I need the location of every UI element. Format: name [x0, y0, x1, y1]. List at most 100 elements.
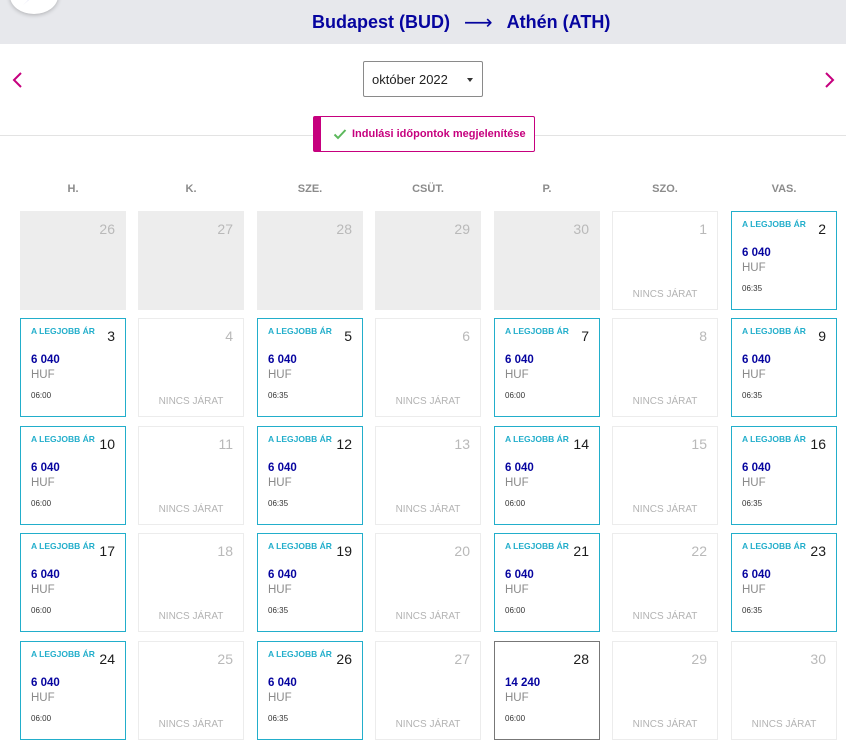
weekday-label: VAS. [771, 183, 797, 195]
weekday-label: K. [185, 183, 197, 195]
calendar-day: 13 NINCS JÁRAT [375, 426, 481, 525]
best-price-badge: A LEGJOBB ÁR [505, 541, 569, 551]
no-flight-label: NINCS JÁRAT [632, 396, 698, 407]
day-number: 30 [810, 651, 826, 667]
best-price-badge: A LEGJOBB ÁR [31, 541, 95, 551]
best-price-badge: A LEGJOBB ÁR [742, 541, 806, 551]
no-flight-label: NINCS JÁRAT [632, 611, 698, 622]
day-number: 4 [225, 328, 233, 344]
no-flight-label: NINCS JÁRAT [158, 611, 224, 622]
calendar-day[interactable]: 5 A LEGJOBB ÁR 6 040 HUF 06:35 [257, 318, 363, 417]
departure-time: 06:00 [505, 714, 526, 723]
best-price-badge: A LEGJOBB ÁR [268, 649, 332, 659]
day-number: 13 [454, 436, 470, 452]
departure-time: 06:35 [268, 499, 289, 508]
fare-price: 6 040 [268, 569, 297, 581]
show-departure-times-toggle[interactable]: Indulási időpontok megjelenítése [313, 116, 535, 152]
calendar-day[interactable]: 26 A LEGJOBB ÁR 6 040 HUF 06:35 [257, 641, 363, 740]
calendar-day[interactable]: 23 A LEGJOBB ÁR 6 040 HUF 06:35 [731, 533, 837, 632]
departure-time: 06:35 [742, 499, 763, 508]
calendar-day[interactable]: 9 A LEGJOBB ÁR 6 040 HUF 06:35 [731, 318, 837, 417]
calendar-day[interactable]: 16 A LEGJOBB ÁR 6 040 HUF 06:35 [731, 426, 837, 525]
day-number: 1 [699, 221, 707, 237]
departure-time: 06:00 [31, 714, 52, 723]
fare-price: 6 040 [31, 569, 60, 581]
day-number: 26 [99, 221, 115, 237]
calendar-day[interactable]: 28 14 240 HUF 06:00 [494, 641, 600, 740]
no-flight-label: NINCS JÁRAT [158, 396, 224, 407]
best-price-badge: A LEGJOBB ÁR [31, 434, 95, 444]
departure-time: 06:35 [742, 606, 763, 615]
fare-currency: HUF [268, 692, 292, 704]
calendar-day[interactable]: 21 A LEGJOBB ÁR 6 040 HUF 06:00 [494, 533, 600, 632]
day-number: 10 [99, 436, 115, 452]
fare-currency: HUF [505, 369, 529, 381]
fare-currency: HUF [268, 477, 292, 489]
day-number: 17 [99, 543, 115, 559]
fare-currency: HUF [31, 369, 55, 381]
best-price-badge: A LEGJOBB ÁR [268, 326, 332, 336]
weekday-label: SZE. [297, 183, 323, 195]
fare-price: 6 040 [505, 569, 534, 581]
best-price-badge: A LEGJOBB ÁR [31, 649, 95, 659]
fare-price: 6 040 [31, 354, 60, 366]
calendar-day: 6 NINCS JÁRAT [375, 318, 481, 417]
check-icon [333, 129, 347, 140]
no-flight-label: NINCS JÁRAT [158, 504, 224, 515]
day-number: 18 [217, 543, 233, 559]
calendar-day[interactable]: 2 A LEGJOBB ÁR 6 040 HUF 06:35 [731, 211, 837, 310]
fare-currency: HUF [268, 369, 292, 381]
fare-currency: HUF [742, 369, 766, 381]
day-number: 21 [573, 543, 589, 559]
calendar-day: 27 NINCS JÁRAT [375, 641, 481, 740]
chevron-left-icon[interactable] [10, 70, 26, 90]
calendar-day: 18 NINCS JÁRAT [138, 533, 244, 632]
calendar-day: 30 [494, 211, 600, 310]
best-price-badge: A LEGJOBB ÁR [31, 326, 95, 336]
calendar-day[interactable]: 24 A LEGJOBB ÁR 6 040 HUF 06:00 [20, 641, 126, 740]
calendar-day: 29 NINCS JÁRAT [612, 641, 718, 740]
calendar-day: 1 NINCS JÁRAT [612, 211, 718, 310]
fare-price: 6 040 [505, 354, 534, 366]
month-select-value: október 2022 [372, 71, 448, 87]
calendar-day[interactable]: 14 A LEGJOBB ÁR 6 040 HUF 06:00 [494, 426, 600, 525]
logo-swoosh-icon [23, 0, 29, 5]
fare-currency: HUF [31, 477, 55, 489]
day-number: 14 [573, 436, 589, 452]
calendar-day[interactable]: 10 A LEGJOBB ÁR 6 040 HUF 06:00 [20, 426, 126, 525]
calendar-day[interactable]: 17 A LEGJOBB ÁR 6 040 HUF 06:00 [20, 533, 126, 632]
no-flight-label: NINCS JÁRAT [632, 504, 698, 515]
no-flight-label: NINCS JÁRAT [751, 719, 817, 730]
destination-label: Athén (ATH) [506, 11, 611, 32]
calendar-day[interactable]: 19 A LEGJOBB ÁR 6 040 HUF 06:35 [257, 533, 363, 632]
fare-currency: HUF [505, 692, 529, 704]
chevron-right-icon[interactable] [822, 70, 838, 90]
day-number: 6 [462, 328, 470, 344]
weekday-label: SZO. [652, 183, 678, 195]
calendar-day: 20 NINCS JÁRAT [375, 533, 481, 632]
day-number: 22 [691, 543, 707, 559]
fare-price: 6 040 [31, 677, 60, 689]
logo-icon[interactable] [10, 0, 58, 14]
best-price-badge: A LEGJOBB ÁR [268, 434, 332, 444]
day-number: 28 [573, 651, 589, 667]
departure-time: 06:00 [505, 499, 526, 508]
fare-currency: HUF [742, 262, 766, 274]
calendar-day: 22 NINCS JÁRAT [612, 533, 718, 632]
calendar-day[interactable]: 3 A LEGJOBB ÁR 6 040 HUF 06:00 [20, 318, 126, 417]
departure-time: 06:35 [742, 284, 763, 293]
departure-time: 06:00 [31, 606, 52, 615]
no-flight-label: NINCS JÁRAT [632, 289, 698, 300]
fare-price: 6 040 [268, 462, 297, 474]
best-price-badge: A LEGJOBB ÁR [505, 326, 569, 336]
day-number: 30 [573, 221, 589, 237]
calendar-day: 27 [138, 211, 244, 310]
fare-price: 6 040 [742, 462, 771, 474]
calendar-day: 29 [375, 211, 481, 310]
calendar-day[interactable]: 7 A LEGJOBB ÁR 6 040 HUF 06:00 [494, 318, 600, 417]
fare-currency: HUF [31, 692, 55, 704]
month-select[interactable]: október 2022 [363, 61, 483, 97]
no-flight-label: NINCS JÁRAT [158, 719, 224, 730]
fare-price: 6 040 [268, 354, 297, 366]
calendar-day[interactable]: 12 A LEGJOBB ÁR 6 040 HUF 06:35 [257, 426, 363, 525]
